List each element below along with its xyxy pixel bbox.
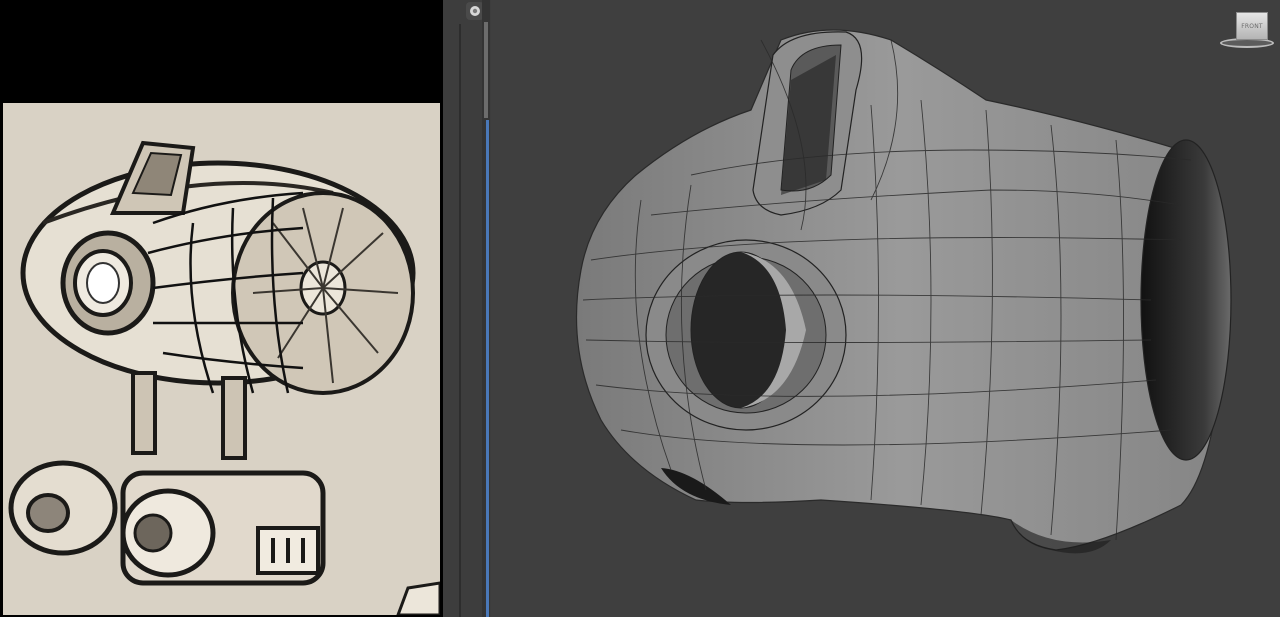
subdivision-mesh-model[interactable] bbox=[491, 0, 1280, 617]
teapot-icon bbox=[470, 6, 480, 16]
viewcube-front-face[interactable]: FRONT bbox=[1236, 12, 1268, 40]
viewcube-icon[interactable]: FRONT bbox=[1218, 10, 1274, 50]
viewcube-face-label: FRONT bbox=[1241, 22, 1263, 30]
robot-sketch-icon bbox=[3, 103, 440, 615]
reference-panel bbox=[0, 0, 443, 617]
active-viewport-indicator bbox=[486, 120, 489, 617]
splitter-divider bbox=[459, 24, 461, 617]
3d-viewport[interactable]: FRONT bbox=[491, 0, 1280, 617]
reference-sketch-image bbox=[3, 103, 440, 615]
scrollbar-thumb[interactable] bbox=[484, 22, 488, 118]
